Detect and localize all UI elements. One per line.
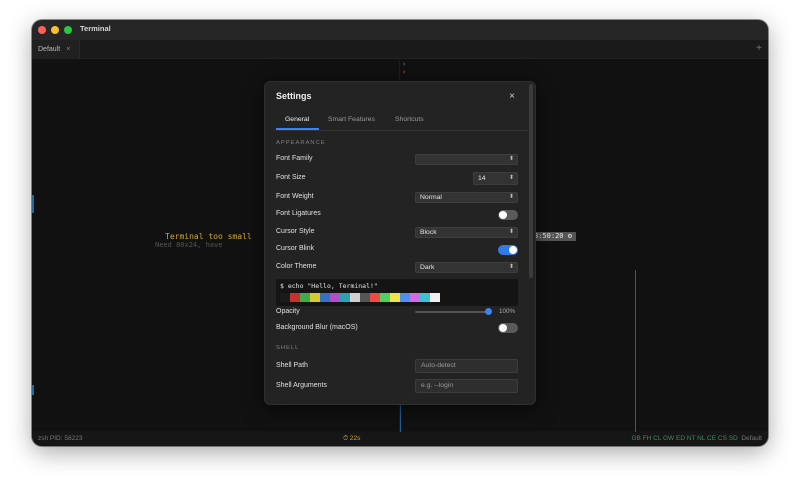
color-swatch — [330, 293, 340, 302]
color-swatch — [310, 293, 320, 302]
settings-title: Settings — [276, 91, 312, 101]
terminal-size-hint: Need 80x24, have — [155, 241, 222, 249]
font-weight-label: Font Weight — [276, 193, 314, 200]
status-bar: zsh PID: 58223 ⏱ 22s GB FH CL GW ED NT N… — [32, 432, 768, 446]
font-family-label: Font Family — [276, 155, 313, 162]
color-swatch — [400, 293, 410, 302]
color-swatch — [320, 293, 330, 302]
scroll-marker — [32, 195, 34, 213]
tab-default[interactable]: Default × — [32, 40, 80, 58]
font-ligatures-toggle[interactable] — [498, 210, 518, 220]
tab-general[interactable]: General — [285, 116, 309, 123]
cursor-style-select[interactable]: Block ⬍ — [415, 227, 518, 238]
tab-label: Default — [38, 45, 61, 53]
color-swatch — [350, 293, 360, 302]
color-swatch — [360, 293, 370, 302]
minimize-window-button[interactable] — [51, 26, 59, 34]
opacity-label: Opacity — [276, 308, 300, 315]
cursor-style-value: Block — [420, 229, 437, 236]
shell-path-input[interactable]: Auto-detect — [415, 359, 518, 373]
prompt-success-indicator: › — [402, 60, 407, 68]
settings-dialog: Settings × General Smart Features Shortc… — [264, 81, 536, 405]
add-tab-icon[interactable]: + — [756, 43, 762, 54]
chevron-updown-icon: ⬍ — [508, 156, 514, 162]
zoom-window-button[interactable] — [64, 26, 72, 34]
toggle-knob — [499, 324, 507, 332]
color-swatch — [370, 293, 380, 302]
opacity-value: 100% — [499, 308, 516, 315]
stepper-icon[interactable]: ⬍ — [509, 173, 514, 184]
color-swatch — [290, 293, 300, 302]
prompt-error-indicator: › — [402, 68, 407, 76]
color-swatch — [380, 293, 390, 302]
status-shell-info: zsh PID: 58223 — [38, 435, 83, 442]
close-icon[interactable]: × — [509, 91, 515, 102]
font-ligatures-label: Font Ligatures — [276, 210, 321, 217]
color-swatch — [340, 293, 350, 302]
color-swatch — [390, 293, 400, 302]
color-swatch — [280, 293, 290, 302]
opacity-slider-handle[interactable] — [485, 308, 492, 315]
tab-smart-features[interactable]: Smart Features — [328, 116, 375, 123]
color-theme-select[interactable]: Dark ⬍ — [415, 262, 518, 273]
color-swatch — [430, 293, 440, 302]
status-right: GB FH CL GW ED NT NL CE CS SD Default — [631, 435, 762, 442]
status-indicators: GB FH CL GW ED NT NL CE CS SD — [631, 435, 738, 442]
cursor-style-label: Cursor Style — [276, 228, 315, 235]
clock-badge: 3:50:20 ⚙ — [530, 232, 576, 241]
color-swatch — [300, 293, 310, 302]
font-size-stepper[interactable]: 14 ⬍ — [473, 172, 518, 185]
shell-arguments-input[interactable]: e.g. --login — [415, 379, 518, 393]
shell-section-heading: SHELL — [276, 345, 300, 351]
font-size-label: Font Size — [276, 174, 306, 181]
tab-shortcuts[interactable]: Shortcuts — [395, 116, 424, 123]
toggle-knob — [499, 211, 507, 219]
font-weight-select[interactable]: Normal ⬍ — [415, 192, 518, 203]
status-duration: ⏱ 22s — [343, 435, 361, 442]
status-profile[interactable]: Default — [741, 435, 762, 442]
shell-arguments-label: Shell Arguments — [276, 382, 327, 389]
terminal-too-small-message: Terminal too small — [165, 232, 252, 241]
active-tab-indicator — [276, 128, 319, 130]
theme-preview: $ echo "Hello, Terminal!" — [276, 279, 518, 306]
font-size-value: 14 — [478, 175, 486, 182]
shell-arguments-placeholder: e.g. --login — [421, 382, 454, 389]
title-bar[interactable]: Terminal — [32, 20, 768, 40]
chevron-updown-icon: ⬍ — [508, 264, 514, 270]
settings-scrollbar[interactable] — [529, 84, 533, 278]
settings-tabs: General Smart Features Shortcuts — [276, 112, 528, 131]
color-swatch — [410, 293, 420, 302]
appearance-section-heading: APPEARANCE — [276, 140, 326, 146]
shell-path-label: Shell Path — [276, 362, 308, 369]
preview-command: $ echo "Hello, Terminal!" — [280, 282, 378, 290]
scroll-marker — [32, 385, 34, 395]
tab-close-icon[interactable]: × — [66, 46, 70, 53]
color-theme-value: Dark — [420, 264, 435, 271]
color-swatches — [280, 293, 440, 302]
color-swatch — [420, 293, 430, 302]
window-title: Terminal — [80, 24, 111, 33]
background-blur-label: Background Blur (macOS) — [276, 324, 358, 331]
color-theme-label: Color Theme — [276, 263, 317, 270]
cursor-blink-label: Cursor Blink — [276, 245, 315, 252]
background-blur-toggle[interactable] — [498, 323, 518, 333]
chevron-updown-icon: ⬍ — [508, 194, 514, 200]
size-hint-text: Need 80x24, have — [155, 241, 223, 249]
shell-path-placeholder: Auto-detect — [421, 362, 456, 369]
tab-bar: Default × + — [32, 40, 768, 59]
toggle-knob — [509, 246, 517, 254]
cursor-blink-toggle[interactable] — [498, 245, 518, 255]
font-weight-value: Normal — [420, 194, 442, 201]
opacity-slider-track[interactable] — [415, 311, 491, 313]
chevron-updown-icon: ⬍ — [508, 229, 514, 235]
close-window-button[interactable] — [38, 26, 46, 34]
font-family-select[interactable]: ⬍ — [415, 154, 518, 165]
